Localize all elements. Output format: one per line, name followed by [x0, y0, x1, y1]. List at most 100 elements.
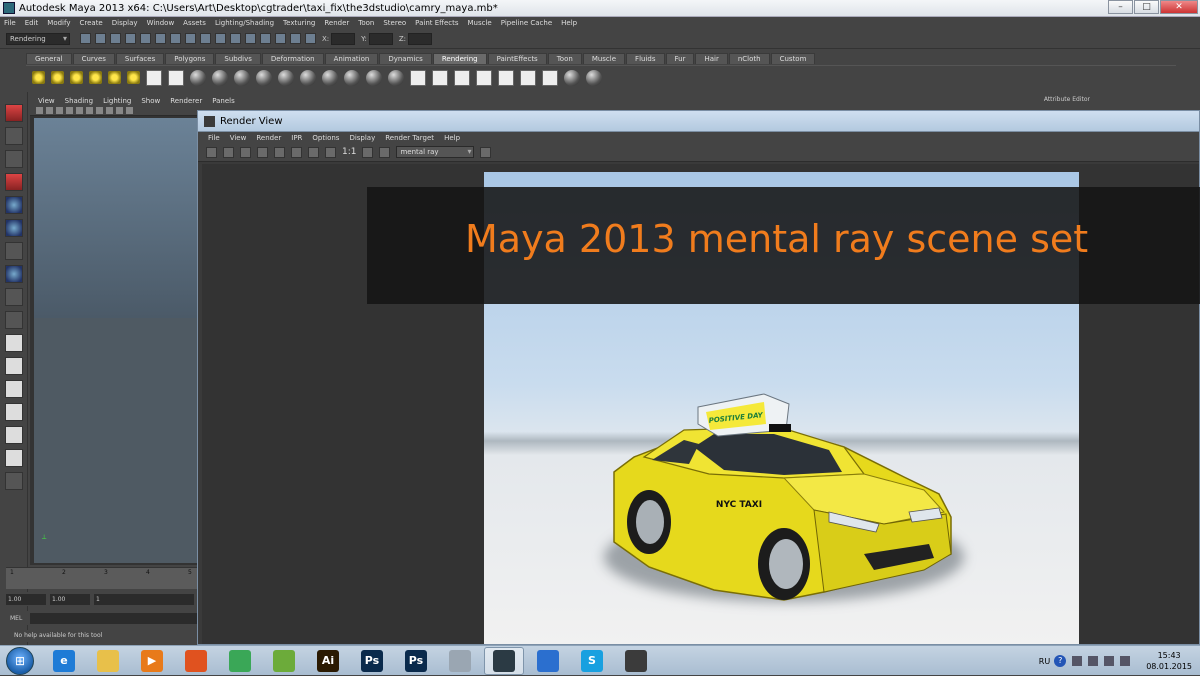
taskbar-button[interactable] — [440, 647, 480, 675]
viewport-isolate-icon[interactable] — [96, 107, 103, 114]
network-icon[interactable] — [1088, 656, 1099, 666]
menu-paint-effects[interactable]: Paint Effects — [415, 19, 458, 27]
menu-muscle[interactable]: Muscle — [468, 19, 492, 27]
viewport-menu-view[interactable]: View — [38, 97, 55, 105]
close-button[interactable]: ✕ — [1160, 0, 1198, 14]
shader-sphere-1-icon[interactable] — [190, 69, 206, 86]
menu-file[interactable]: File — [4, 19, 16, 27]
remove-image-icon[interactable] — [379, 146, 391, 158]
snap-curve-icon[interactable] — [185, 33, 196, 44]
snap-grid-icon[interactable] — [170, 33, 181, 44]
menu-display[interactable]: Display — [112, 19, 138, 27]
rgb-channels-icon[interactable] — [308, 146, 319, 158]
perspective-viewport[interactable]: View Shading Lighting Show Renderer Pane… — [30, 95, 235, 565]
directional-light-icon[interactable] — [51, 71, 64, 84]
save-scene-icon[interactable] — [110, 33, 121, 44]
redo-render-icon[interactable] — [206, 146, 217, 158]
taskbar-button[interactable] — [264, 647, 304, 675]
select-hierarchy-icon[interactable] — [125, 33, 136, 44]
snap-point-icon[interactable] — [200, 33, 211, 44]
shader-sphere-4-icon[interactable] — [256, 69, 272, 86]
shelf-tab-deformation[interactable]: Deformation — [261, 53, 324, 64]
scale-tool-icon[interactable] — [4, 219, 23, 237]
rv-menu-view[interactable]: View — [230, 134, 247, 142]
taskbar-button[interactable] — [176, 647, 216, 675]
shelf-tab-ncloth[interactable]: nCloth — [728, 53, 770, 64]
snap-surface-icon[interactable] — [215, 33, 226, 44]
batch-render-icon[interactable] — [454, 69, 470, 86]
viewport-smooth-icon[interactable] — [56, 107, 63, 114]
taskbar-button[interactable]: Ps — [352, 647, 392, 675]
paint-brush-icon[interactable] — [586, 69, 602, 86]
taskbar-button[interactable] — [220, 647, 260, 675]
shader-sphere-5-icon[interactable] — [278, 69, 294, 86]
menu-pipeline-cache[interactable]: Pipeline Cache — [501, 19, 552, 27]
menu-set-selector[interactable]: Rendering — [6, 32, 70, 45]
menu-assets[interactable]: Assets — [183, 19, 206, 27]
render-region-icon[interactable] — [223, 146, 234, 158]
viewport-shadows-icon[interactable] — [86, 107, 93, 114]
taskbar-button[interactable]: Ps — [396, 647, 436, 675]
menu-window[interactable]: Window — [147, 19, 175, 27]
volume-icon[interactable] — [1120, 656, 1131, 666]
four-view-layout-icon[interactable] — [4, 357, 23, 375]
shelf-tab-animation[interactable]: Animation — [324, 53, 379, 64]
menu-lighting-shading[interactable]: Lighting/Shading — [215, 19, 274, 27]
uv-layout-icon[interactable] — [4, 449, 23, 467]
area-light-icon[interactable] — [108, 71, 121, 84]
shader-sphere-9-icon[interactable] — [366, 69, 382, 86]
shelf-tab-surfaces[interactable]: Surfaces — [115, 53, 165, 64]
shelf-tab-toon[interactable]: Toon — [547, 53, 582, 64]
rotate-tool-icon[interactable] — [4, 196, 23, 214]
render-settings-icon[interactable] — [275, 33, 286, 44]
menu-toon[interactable]: Toon — [358, 19, 374, 27]
render-view-title-bar[interactable]: Render View — [198, 111, 1199, 132]
graph-layout-icon[interactable] — [4, 403, 23, 421]
viewport-grid-icon[interactable] — [126, 107, 133, 114]
render-current-icon[interactable] — [245, 33, 256, 44]
taskbar-button[interactable] — [484, 646, 524, 675]
paint-select-icon[interactable] — [4, 150, 23, 168]
shader-sphere-7-icon[interactable] — [322, 69, 338, 86]
attribute-editor-label[interactable]: Attribute Editor — [1044, 96, 1090, 103]
shelf-tab-polygons[interactable]: Polygons — [165, 53, 215, 64]
hypershade-icon[interactable] — [290, 33, 301, 44]
render-settings-icon[interactable] — [291, 146, 302, 158]
new-scene-icon[interactable] — [80, 33, 91, 44]
keep-image-icon[interactable] — [362, 146, 374, 158]
rv-menu-file[interactable]: File — [208, 134, 220, 142]
language-indicator[interactable]: RU — [1039, 657, 1050, 666]
outliner-layout-icon[interactable] — [4, 380, 23, 398]
hypershade-layout-icon[interactable] — [4, 426, 23, 444]
render-view-icon[interactable] — [520, 69, 536, 86]
menu-create[interactable]: Create — [79, 19, 102, 27]
renderer-select[interactable]: mental ray — [396, 146, 475, 158]
command-line-input[interactable] — [30, 612, 198, 624]
taskbar-button[interactable] — [88, 647, 128, 675]
viewport-menu-shading[interactable]: Shading — [65, 97, 93, 105]
ipr-icon[interactable] — [432, 69, 448, 86]
coord-x-field[interactable] — [331, 32, 356, 45]
maximize-button[interactable]: □ — [1134, 0, 1159, 14]
shelf-tab-custom[interactable]: Custom — [770, 53, 816, 64]
taskbar-button[interactable]: S — [572, 647, 612, 675]
viewport-menu-panels[interactable]: Panels — [212, 97, 235, 105]
viewport-camera-icon[interactable] — [36, 107, 43, 114]
shader-sphere-2-icon[interactable] — [212, 69, 228, 86]
taskbar-button[interactable]: ▶ — [132, 647, 172, 675]
minimize-button[interactable]: – — [1108, 0, 1133, 14]
signal-icon[interactable] — [1104, 656, 1115, 666]
camera-aim-icon[interactable] — [168, 69, 184, 86]
spot-light-icon[interactable] — [89, 71, 102, 84]
select-object-icon[interactable] — [140, 33, 151, 44]
menu-modify[interactable]: Modify — [47, 19, 70, 27]
shader-sphere-10-icon[interactable] — [388, 69, 404, 86]
range-start-field[interactable]: 1.00 — [6, 593, 46, 605]
render-icon[interactable] — [410, 69, 426, 86]
real-size-button[interactable]: 1:1 — [342, 147, 356, 157]
menu-edit[interactable]: Edit — [25, 19, 39, 27]
viewport-texture-icon[interactable] — [66, 107, 73, 114]
shelf-tab-painteffects[interactable]: PaintEffects — [487, 53, 547, 64]
menu-render[interactable]: Render — [324, 19, 349, 27]
refresh-ipr-icon[interactable] — [274, 146, 285, 158]
